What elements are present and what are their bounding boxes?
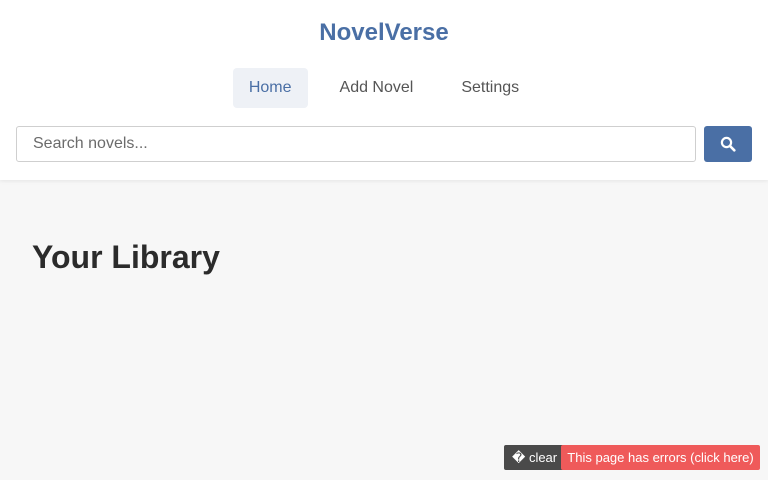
- page-title: Your Library: [32, 239, 220, 275]
- brand-title[interactable]: NovelVerse: [0, 18, 768, 48]
- search-button[interactable]: [704, 126, 752, 162]
- search-icon: [720, 136, 736, 152]
- site-header: NovelVerse Home Add Novel Settings: [0, 0, 768, 180]
- nav-item-home[interactable]: Home: [232, 68, 308, 108]
- clear-errors-button[interactable]: � clear: [504, 445, 566, 470]
- error-banner[interactable]: This page has errors (click here): [561, 445, 760, 470]
- main-nav: Home Add Novel Settings: [0, 68, 768, 108]
- nav-item-settings[interactable]: Settings: [445, 68, 535, 108]
- nav-item-add-novel[interactable]: Add Novel: [324, 68, 430, 108]
- search-input[interactable]: [16, 126, 696, 162]
